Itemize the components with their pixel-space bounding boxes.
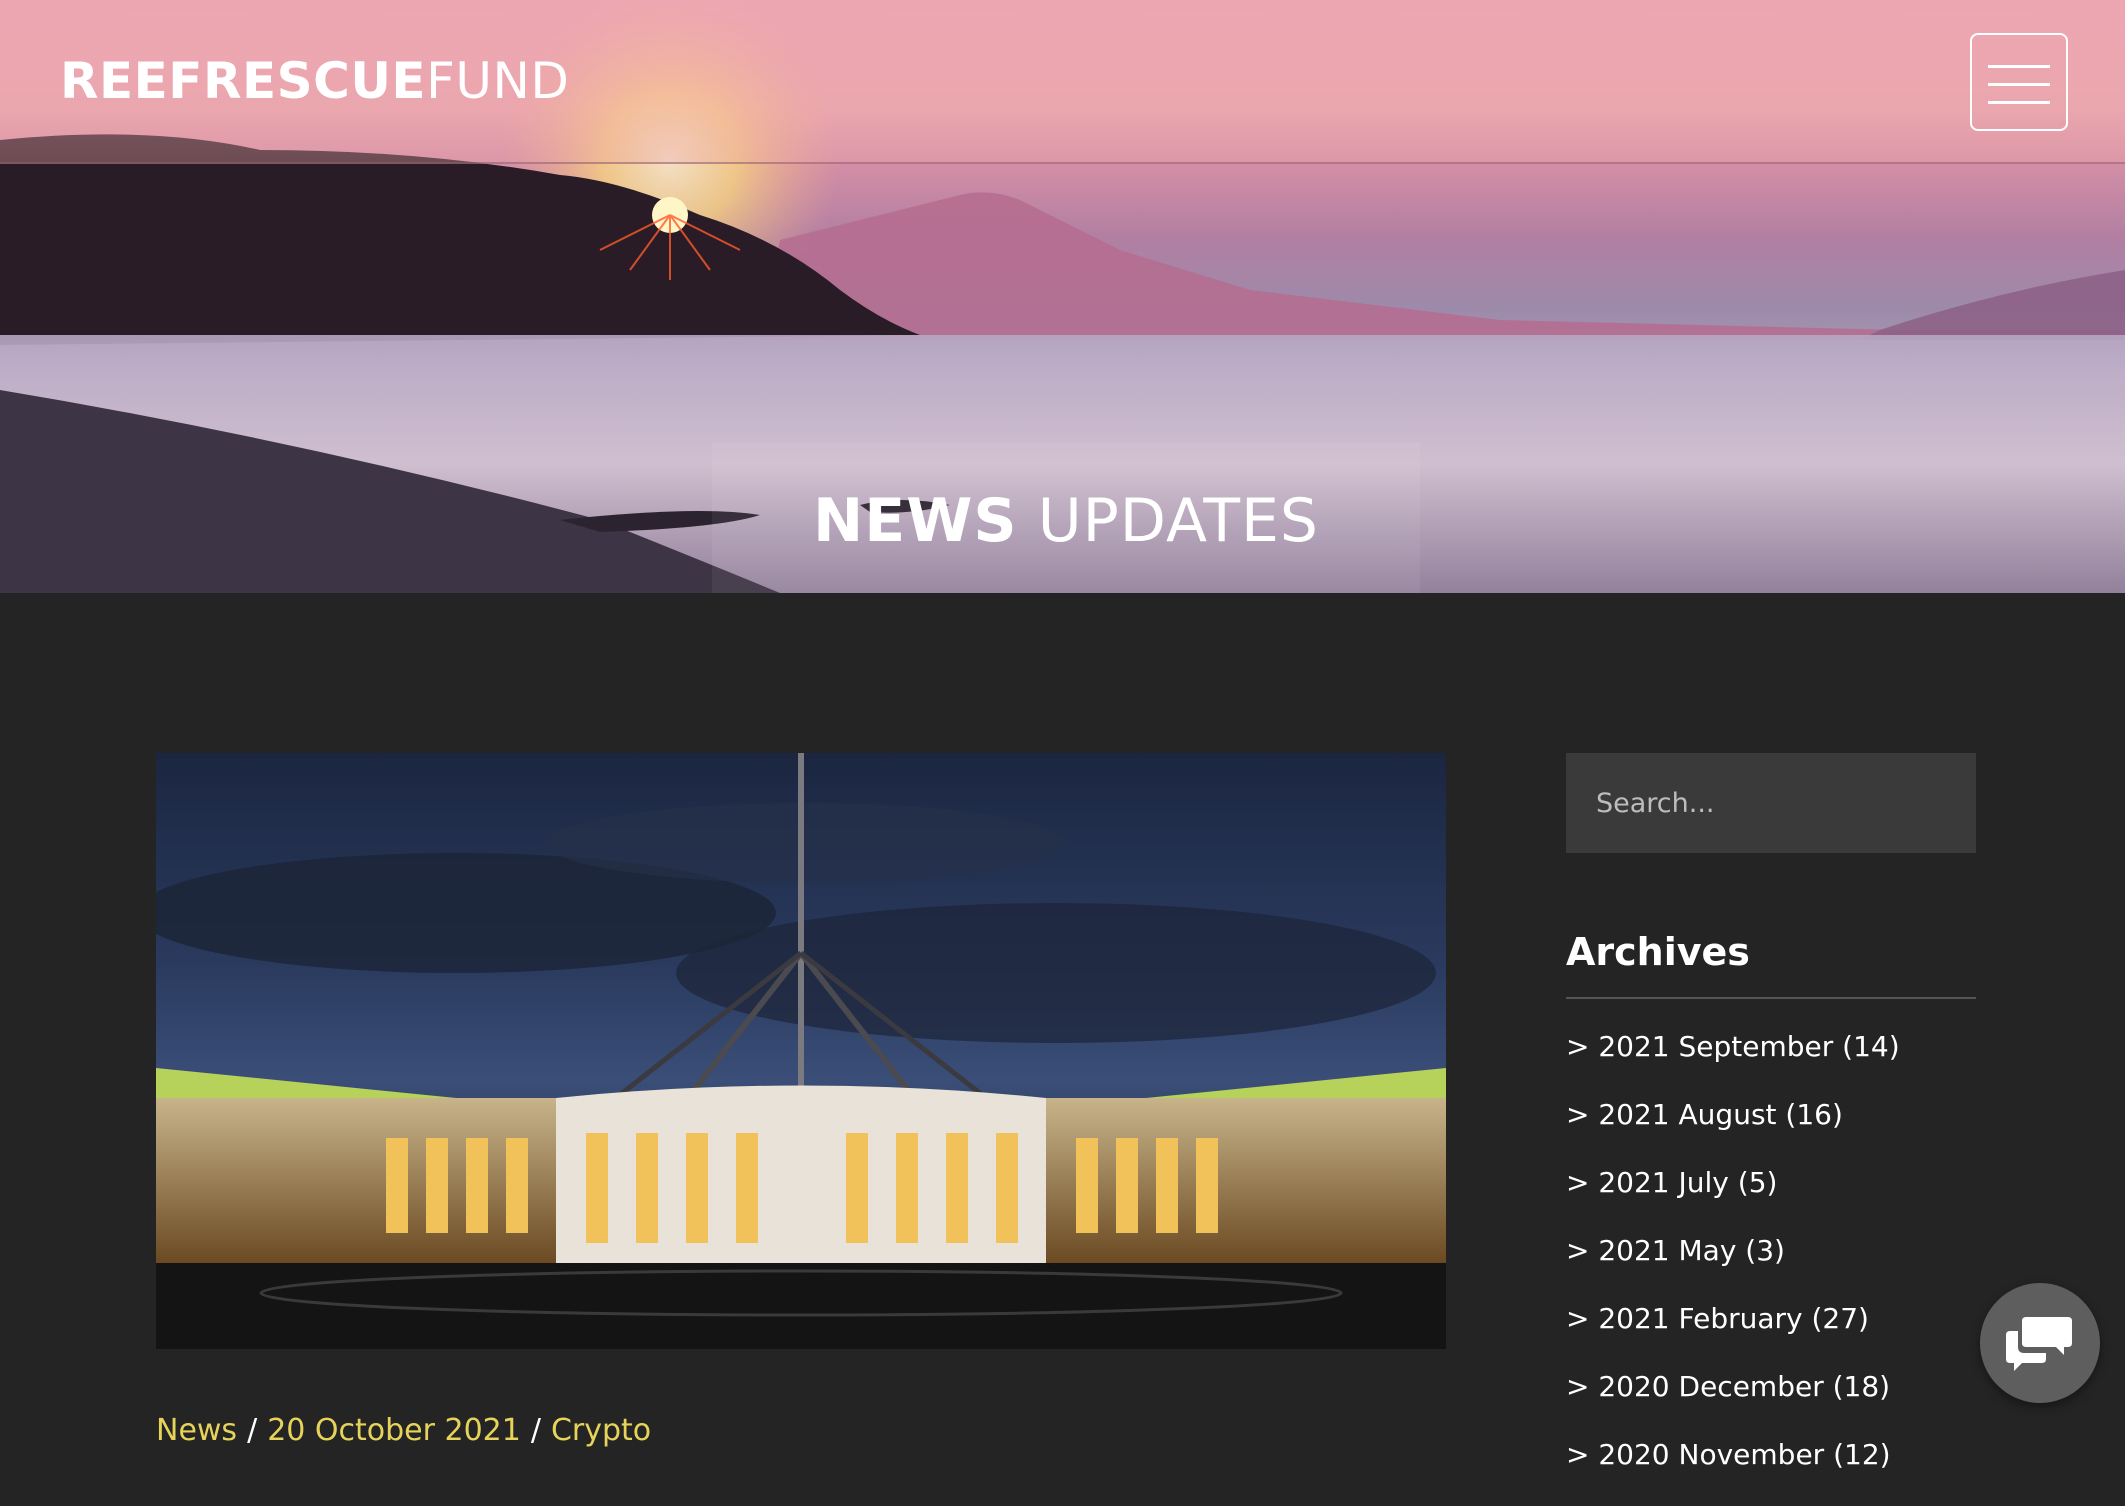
post-category-link[interactable]: News xyxy=(156,1413,237,1448)
page-title-box: NEWS UPDATES xyxy=(712,443,1420,593)
post-tag-link[interactable]: Crypto xyxy=(551,1413,651,1448)
top-navigation-bar: REEFRESCUEFUND xyxy=(0,0,2125,164)
chat-bubbles-icon xyxy=(2006,1317,2072,1371)
hamburger-icon-line xyxy=(1988,65,2050,68)
hamburger-icon-line xyxy=(1988,101,2050,104)
menu-button[interactable] xyxy=(1970,33,2068,131)
page-title-light: UPDATES xyxy=(1037,486,1319,556)
meta-separator: / xyxy=(247,1413,258,1448)
archive-link[interactable]: > 2020 November (12) xyxy=(1566,1438,1900,1506)
post-featured-image[interactable] xyxy=(156,753,1446,1349)
archives-divider xyxy=(1566,997,1976,999)
meta-separator: / xyxy=(530,1413,541,1448)
archive-link[interactable]: > 2020 December (18) xyxy=(1566,1370,1900,1438)
chat-widget-button[interactable] xyxy=(1980,1283,2100,1403)
archive-link[interactable]: > 2021 September (14) xyxy=(1566,1030,1900,1098)
page-title-bold: NEWS xyxy=(813,486,1018,556)
hamburger-icon-line xyxy=(1988,83,2050,86)
post-date-link[interactable]: 20 October 2021 xyxy=(267,1413,521,1448)
hero-banner: REEFRESCUEFUND NEWS UPDATES xyxy=(0,0,2125,593)
search-input[interactable] xyxy=(1566,753,1976,853)
archives-heading: Archives xyxy=(1566,930,1750,974)
page-title: NEWS UPDATES xyxy=(712,486,1420,556)
brand-name-light: FUND xyxy=(426,52,570,110)
parliament-house-image xyxy=(156,753,1446,1349)
archive-link[interactable]: > 2021 May (3) xyxy=(1566,1234,1900,1302)
archive-link[interactable]: > 2021 August (16) xyxy=(1566,1098,1900,1166)
archive-link[interactable]: > 2021 February (27) xyxy=(1566,1302,1900,1370)
site-logo[interactable]: REEFRESCUEFUND xyxy=(60,52,569,110)
archives-list: > 2021 September (14) > 2021 August (16)… xyxy=(1566,1030,1900,1506)
archive-link[interactable]: > 2021 July (5) xyxy=(1566,1166,1900,1234)
brand-name-bold: REEFRESCUE xyxy=(60,52,427,110)
post-meta: News / 20 October 2021 / Crypto xyxy=(156,1413,651,1448)
